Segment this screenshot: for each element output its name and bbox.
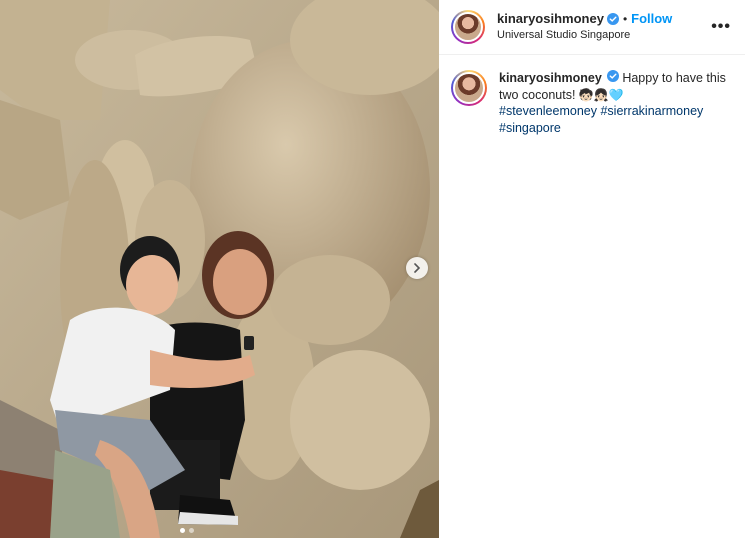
location-link[interactable]: Universal Studio Singapore — [497, 29, 711, 43]
more-options-button[interactable]: ••• — [711, 18, 731, 36]
hashtag-link[interactable]: #sierrakinarmoney — [600, 104, 703, 118]
hashtag-link[interactable]: #stevenleemoney — [499, 104, 597, 118]
post-photo[interactable] — [0, 0, 439, 538]
carousel-indicator — [180, 528, 194, 533]
avatar[interactable] — [451, 10, 485, 44]
separator-dot: • — [622, 11, 628, 26]
chevron-right-icon — [414, 263, 421, 273]
hashtag-link[interactable]: #singapore — [499, 121, 561, 135]
follow-button[interactable]: Follow — [631, 11, 672, 27]
verified-badge-icon — [606, 70, 619, 82]
post-side-panel: kinaryosihmoney • Follow Universal Studi… — [439, 0, 745, 538]
username-link[interactable]: kinaryosihmoney — [497, 11, 604, 27]
caption-username-link[interactable]: kinaryosihmoney — [499, 71, 602, 85]
next-slide-button[interactable] — [406, 257, 428, 279]
post-header: kinaryosihmoney • Follow Universal Studi… — [439, 0, 745, 55]
verified-badge-icon — [606, 13, 619, 26]
post-caption: kinaryosihmoney Happy to have this two c… — [439, 55, 745, 136]
caption-emojis: 🧒🏻👧🏻🩵 — [578, 87, 624, 102]
photo-illustration — [0, 0, 439, 538]
carousel-dot-active — [180, 528, 185, 533]
carousel-dot — [189, 528, 194, 533]
caption-avatar[interactable] — [451, 70, 487, 106]
